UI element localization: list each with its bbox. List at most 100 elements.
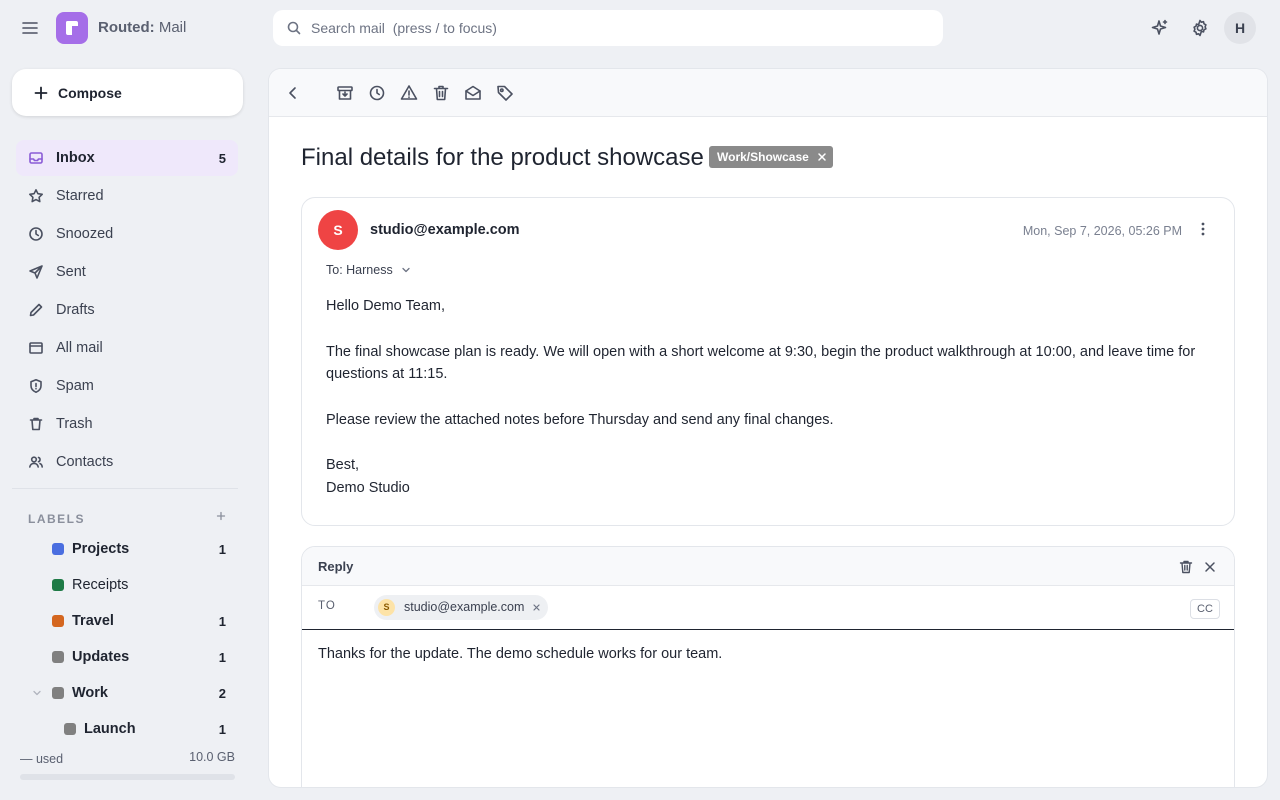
label-item-travel[interactable]: Travel 1	[24, 603, 238, 639]
app-logo	[56, 12, 88, 44]
label-color-dot	[52, 687, 64, 699]
label-tag-chip: Work/Showcase	[709, 146, 833, 168]
to-field-label: TO	[318, 600, 336, 612]
add-label-icon[interactable]	[214, 509, 228, 523]
cc-button[interactable]: CC	[1190, 599, 1220, 619]
sparkle-icon[interactable]	[1150, 18, 1170, 38]
app-title-rest: Mail	[154, 19, 187, 36]
sidebar-item-label: Sent	[56, 264, 86, 280]
labels-header: LABELS	[28, 509, 228, 526]
label-color-dot	[52, 651, 64, 663]
label-name: Updates	[72, 649, 130, 665]
label-item-updates[interactable]: Updates 1	[24, 639, 238, 675]
label-item-launch[interactable]: Launch 1	[24, 711, 238, 747]
recipient-avatar: S	[378, 599, 395, 616]
search-bar[interactable]	[273, 10, 943, 46]
label-tag-text: Work/Showcase	[717, 150, 809, 164]
sidebar-item-drafts[interactable]: Drafts	[16, 292, 238, 328]
sidebar-item-snoozed[interactable]: Snoozed	[16, 216, 238, 252]
sidebar-item-starred[interactable]: Starred	[16, 178, 238, 214]
recipient-chip[interactable]: S studio@example.com	[374, 595, 549, 620]
back-arrow-icon[interactable]	[283, 83, 303, 103]
label-count: 1	[218, 542, 226, 557]
message-date: Mon, Sep 7, 2026, 05:26 PM	[1022, 224, 1182, 238]
sender-avatar: S	[318, 210, 358, 250]
sidebar-item-label: Drafts	[56, 302, 95, 318]
label-tag-icon[interactable]	[495, 83, 515, 103]
label-name: Projects	[72, 541, 130, 557]
label-count: 2	[218, 686, 226, 701]
remove-label-close-icon[interactable]	[817, 152, 827, 162]
message-subject: Final details for the product showcase	[301, 144, 704, 171]
label-name: Launch	[84, 721, 136, 737]
send-icon	[28, 264, 44, 280]
remove-recipient-close-icon[interactable]	[533, 604, 540, 611]
pencil-icon	[28, 302, 44, 318]
plus-icon	[33, 85, 49, 101]
body-paragraph: Please review the attached notes before …	[326, 411, 834, 428]
star-icon	[28, 188, 44, 204]
label-color-dot	[52, 543, 64, 555]
label-color-dot	[64, 723, 76, 735]
message-card: S studio@example.com Mon, Sep 7, 2026, 0…	[301, 197, 1235, 526]
storage-bar	[20, 774, 235, 780]
chevron-down-icon	[401, 265, 411, 275]
archive-box-icon	[28, 340, 44, 356]
label-name: Receipts	[72, 577, 129, 593]
collapse-chevron-icon[interactable]	[32, 688, 42, 698]
label-count: 1	[218, 650, 226, 665]
body-paragraph: The final showcase plan is ready. We wil…	[326, 343, 1196, 383]
snooze-clock-icon[interactable]	[367, 83, 387, 103]
sidebar-item-label: Spam	[56, 378, 94, 394]
labels-heading: LABELS	[28, 512, 85, 526]
inbox-icon	[28, 150, 44, 166]
clock-icon	[28, 226, 44, 242]
message-toolbar	[269, 69, 1267, 117]
reply-composer: Reply TO S studio@example.com CC Thanks …	[301, 546, 1235, 787]
body-signature: Demo Studio	[326, 479, 410, 496]
app-title-bold: Routed:	[98, 19, 155, 36]
sidebar-item-inbox[interactable]: Inbox 5	[16, 140, 238, 176]
more-options-icon[interactable]	[1194, 220, 1212, 238]
sidebar-item-label: Inbox	[56, 150, 95, 166]
delete-trash-icon[interactable]	[431, 83, 451, 103]
sidebar-item-contacts[interactable]: Contacts	[16, 444, 238, 480]
label-name: Work	[72, 685, 108, 701]
label-color-dot	[52, 579, 64, 591]
recipients-toggle[interactable]: To: Harness	[326, 263, 411, 277]
close-icon[interactable]	[1202, 559, 1218, 575]
label-color-dot	[52, 615, 64, 627]
people-icon	[28, 454, 44, 470]
label-item-receipts[interactable]: Receipts	[24, 567, 238, 603]
label-count: 1	[218, 614, 226, 629]
settings-gear-icon[interactable]	[1190, 18, 1210, 38]
search-input[interactable]	[311, 20, 911, 36]
label-count: 1	[218, 722, 226, 737]
archive-icon[interactable]	[335, 83, 355, 103]
sidebar-item-label: All mail	[56, 340, 103, 356]
reply-body-input[interactable]: Thanks for the update. The demo schedule…	[302, 631, 1234, 787]
reply-to-row: TO S studio@example.com CC	[302, 586, 1234, 630]
reply-header: Reply	[302, 547, 1234, 586]
label-name: Travel	[72, 613, 114, 629]
report-spam-warning-icon[interactable]	[399, 83, 419, 103]
sidebar-item-all-mail[interactable]: All mail	[16, 330, 238, 366]
sidebar-item-trash[interactable]: Trash	[16, 406, 238, 442]
storage-total: 10.0 GB	[189, 750, 235, 764]
user-avatar[interactable]: H	[1224, 12, 1256, 44]
discard-trash-icon[interactable]	[1178, 559, 1194, 575]
storage-meter: — used 10.0 GB	[20, 750, 235, 780]
label-item-work[interactable]: Work 2	[24, 675, 238, 711]
recipient-email: studio@example.com	[404, 600, 525, 614]
compose-button[interactable]: Compose	[12, 69, 243, 116]
unread-count: 5	[218, 150, 226, 166]
sidebar-item-spam[interactable]: Spam	[16, 368, 238, 404]
menu-icon[interactable]	[19, 17, 41, 39]
mark-unread-envelope-icon[interactable]	[463, 83, 483, 103]
trash-icon	[28, 416, 44, 432]
label-item-projects[interactable]: Projects 1	[24, 531, 238, 567]
sidebar-divider	[12, 488, 238, 489]
message-body: Hello Demo Team, The final showcase plan…	[326, 295, 1216, 499]
sidebar-item-sent[interactable]: Sent	[16, 254, 238, 290]
message-panel: Final details for the product showcase W…	[269, 69, 1267, 787]
